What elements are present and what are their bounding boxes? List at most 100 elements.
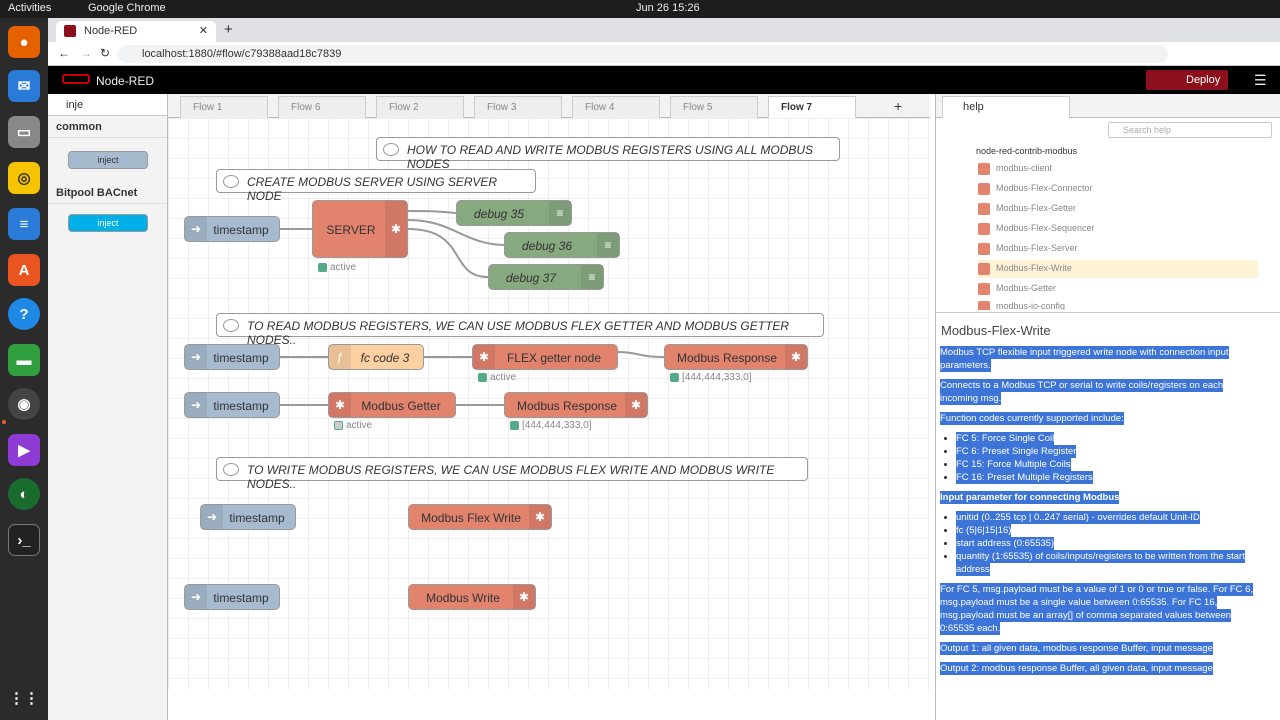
help-item[interactable]: Modbus-Getter [978, 280, 1258, 298]
chat-icon[interactable]: ▬ [8, 344, 40, 376]
menu-icon[interactable]: ☰ [1254, 72, 1267, 89]
help-item[interactable]: Modbus-Flex-Getter [978, 200, 1258, 218]
tab-help[interactable]: help [942, 96, 1070, 118]
help-item[interactable]: Modbus-Flex-Server [978, 240, 1258, 258]
help-item[interactable]: Modbus-Flex-Connector [978, 180, 1258, 198]
node-label: debug 37 [505, 271, 557, 285]
url-text: localhost:1880/#flow/c79388aad18c7839 [142, 48, 342, 60]
help-item-selected[interactable]: Modbus-Flex-Write [978, 260, 1258, 278]
debug-node[interactable]: debug 37 ≡ [488, 264, 604, 290]
gear-icon: ✱ [385, 201, 407, 257]
tab-flow-7[interactable]: Flow 7 [768, 96, 856, 118]
help-icon[interactable]: ? [8, 298, 40, 330]
flex-getter-node[interactable]: ✱ FLEX getter node [472, 344, 618, 370]
address-bar[interactable]: localhost:1880/#flow/c79388aad18c7839 [118, 45, 1168, 63]
modbus-response-node[interactable]: Modbus Response ✱ [504, 392, 648, 418]
comment-node[interactable]: HOW TO READ AND WRITE MODBUS REGISTERS U… [376, 137, 840, 171]
firefox-icon[interactable]: ● [8, 26, 40, 58]
help-item[interactable]: modbus-client [978, 160, 1258, 178]
tab-flow-3[interactable]: Flow 3 [474, 96, 562, 118]
function-node[interactable]: ƒ fc code 3 [328, 344, 424, 370]
node-label: debug 36 [521, 239, 573, 253]
modbus-response-node[interactable]: Modbus Response ✱ [664, 344, 808, 370]
globe-icon[interactable]: ◐ [8, 478, 40, 510]
node-label: Modbus Getter [361, 399, 441, 413]
comment-node[interactable]: CREATE MODBUS SERVER USING SERVER NODE [216, 169, 536, 203]
flow-workspace[interactable]: HOW TO READ AND WRITE MODBUS REGISTERS U… [168, 118, 930, 690]
package-name: node-red-contrib-modbus [976, 146, 1078, 156]
node-label: Modbus Response [676, 351, 778, 365]
status-badge: active [478, 372, 516, 383]
activities-button[interactable]: Activities [8, 2, 51, 14]
deploy-label: Deploy [1186, 74, 1221, 86]
node-label: Modbus Flex Write [421, 511, 521, 525]
close-tab-icon[interactable]: ✕ [199, 24, 208, 37]
reload-icon[interactable]: ↻ [100, 46, 110, 60]
tab-flow-6[interactable]: Flow 6 [278, 96, 366, 118]
new-tab-icon[interactable]: + [224, 21, 233, 38]
debug-node[interactable]: debug 35 ≡ [456, 200, 572, 226]
video-icon[interactable]: ▶ [8, 434, 40, 466]
status-text: active [330, 262, 357, 273]
inject-node[interactable]: ➔ timestamp [200, 504, 296, 530]
node-label: timestamp [213, 223, 269, 237]
help-item[interactable]: modbus-io-config [978, 298, 1258, 310]
help-paragraph: Connects to a Modbus TCP or serial to wr… [940, 379, 1224, 405]
browser-tab[interactable]: Node-RED ✕ [56, 21, 216, 42]
modbus-write-node[interactable]: Modbus Write ✱ [408, 584, 536, 610]
back-icon[interactable]: ← [58, 46, 70, 60]
node-label: timestamp [213, 591, 269, 605]
browser-toolbar: ← → ↻ localhost:1880/#flow/c79388aad18c7… [48, 42, 1280, 66]
palette-category-bitpool[interactable]: Bitpool BACnet [48, 182, 167, 204]
palette-category-common[interactable]: common [48, 116, 167, 138]
status-text: active [346, 420, 373, 431]
inject-node[interactable]: ➔ timestamp [184, 344, 280, 370]
gear-icon: ✱ [473, 345, 495, 369]
add-flow-icon[interactable]: + [894, 98, 902, 114]
app-grid-icon[interactable]: ⋮⋮ [8, 682, 40, 714]
inject-node[interactable]: ➔ timestamp [184, 216, 280, 242]
list-item: start address (0:65535) [956, 537, 1055, 550]
app-menu[interactable]: Google Chrome [88, 2, 166, 14]
help-paragraph: Input parameter for connecting Modbus [940, 491, 1120, 504]
inject-node[interactable]: ➔ timestamp [184, 584, 280, 610]
writer-icon[interactable]: ≡ [8, 208, 40, 240]
gear-icon: ✱ [529, 505, 551, 529]
arrow-icon: ➔ [185, 345, 207, 369]
chrome-icon[interactable]: ◉ [8, 388, 40, 420]
tab-flow-4[interactable]: Flow 4 [572, 96, 660, 118]
music-icon[interactable]: ◎ [8, 162, 40, 194]
palette-search-input[interactable]: inje [48, 94, 167, 116]
flex-write-node[interactable]: Modbus Flex Write ✱ [408, 504, 552, 530]
comment-node[interactable]: TO WRITE MODBUS REGISTERS, WE CAN USE MO… [216, 457, 808, 491]
tab-flow-2[interactable]: Flow 2 [376, 96, 464, 118]
debug-node[interactable]: debug 36 ≡ [504, 232, 620, 258]
param-list: unitid (0..255 tcp | 0..247 serial) - ov… [956, 511, 1262, 576]
files-icon[interactable]: ▭ [8, 116, 40, 148]
node-red-logo-icon [62, 74, 90, 84]
package-label[interactable]: node-red-contrib-modbus [976, 146, 1077, 156]
palette-bitpool-inject-node[interactable]: inject [68, 214, 148, 232]
palette-inject-node[interactable]: inject [68, 151, 148, 169]
list-icon: ≡ [549, 201, 571, 225]
help-search-input[interactable]: Search help [1108, 122, 1272, 138]
tab-flow-1[interactable]: Flow 1 [180, 96, 268, 118]
palette-search-value: inje [66, 99, 84, 111]
server-node[interactable]: SERVER ✱ [312, 200, 408, 258]
comment-node[interactable]: TO READ MODBUS REGISTERS, WE CAN USE MOD… [216, 313, 824, 347]
terminal-icon[interactable]: ›_ [8, 524, 40, 556]
list-item: FC 15: Force Multiple Coils [956, 458, 1071, 471]
software-icon[interactable]: A [8, 254, 40, 286]
help-body: Modbus TCP flexible input triggered writ… [940, 346, 1262, 682]
inject-node[interactable]: ➔ timestamp [184, 392, 280, 418]
node-label: SERVER [326, 223, 376, 237]
clock[interactable]: Jun 26 15:26 [636, 2, 700, 14]
help-item[interactable]: Modbus-Flex-Sequencer [978, 220, 1258, 238]
arrow-icon: ➔ [185, 393, 207, 417]
deploy-button[interactable]: Deploy [1146, 70, 1228, 90]
placeholder: Search help [1123, 125, 1172, 135]
tab-flow-5[interactable]: Flow 5 [670, 96, 758, 118]
mail-icon[interactable]: ✉ [8, 70, 40, 102]
forward-icon[interactable]: → [80, 46, 92, 60]
modbus-getter-node[interactable]: ✱ Modbus Getter [328, 392, 456, 418]
